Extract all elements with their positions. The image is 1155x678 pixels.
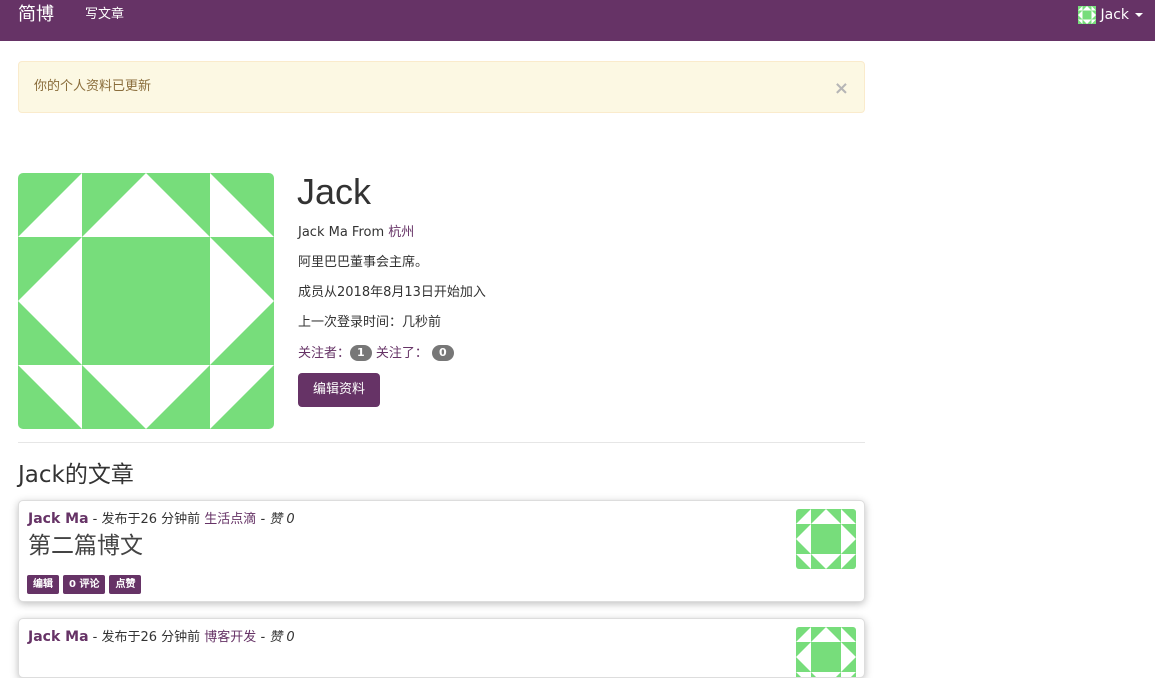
profile-city-link[interactable]: 杭州 [388, 225, 414, 240]
profile-name: Jack [297, 171, 372, 212]
post-author-avatar[interactable] [796, 509, 856, 569]
profile-last-login: 上一次登录时间：几秒前 [298, 315, 442, 330]
following-label: 关注了： [375, 346, 428, 361]
post-card: Jack Ma - 发布于26 分钟前 博客开发 - 赞 0 [18, 618, 865, 678]
post-category-link[interactable]: 生活点滴 [204, 512, 256, 527]
profile-updated-alert: 你的个人资料已更新 × [18, 61, 865, 113]
section-divider [18, 442, 865, 443]
post-likes: - 赞 0 [256, 630, 295, 645]
close-icon[interactable]: × [834, 80, 849, 98]
followers-link[interactable]: 关注者： 1 [298, 345, 372, 361]
post-likes: - 赞 0 [256, 512, 295, 527]
post-author-link[interactable]: Jack Ma [28, 511, 89, 527]
post-category-link[interactable]: 博客开发 [204, 630, 256, 645]
user-avatar-icon [1078, 6, 1096, 24]
brand-link[interactable]: 简博 [18, 3, 54, 27]
post-published-time: - 发布于26 分钟前 [88, 630, 205, 645]
post-author-link[interactable]: Jack Ma [28, 629, 89, 645]
posts-section-title: Jack的文章 [18, 462, 134, 488]
post-author-avatar[interactable] [796, 627, 856, 678]
following-link[interactable]: 关注了： 0 [375, 345, 454, 361]
write-post-link[interactable]: 写文章 [85, 6, 124, 24]
profile-avatar [18, 173, 274, 429]
user-menu-dropdown[interactable]: Jack [1078, 6, 1143, 24]
post-actions: 编辑 0 评论 点赞 [27, 575, 142, 594]
post-meta: Jack Ma - 发布于26 分钟前 博客开发 - 赞 0 [28, 629, 295, 646]
post-edit-button[interactable]: 编辑 [27, 575, 59, 594]
profile-bio: 阿里巴巴董事会主席。 [298, 255, 429, 270]
caret-down-icon [1135, 13, 1143, 17]
post-title[interactable]: 第二篇博文 [28, 531, 143, 561]
post-card: Jack Ma - 发布于26 分钟前 生活点滴 - 赞 0 第二篇博文 编辑 … [18, 500, 865, 602]
followers-label: 关注者： [298, 346, 351, 361]
profile-follow-stats: 关注者： 1 关注了： 0 [298, 345, 454, 362]
followers-count-badge: 1 [350, 345, 372, 361]
top-navbar: 简博 写文章 Jack [0, 0, 1155, 41]
post-comments-button[interactable]: 0 评论 [63, 575, 106, 594]
post-published-time: - 发布于26 分钟前 [88, 512, 205, 527]
following-count-badge: 0 [431, 345, 454, 361]
profile-location-line: Jack Ma From 杭州 [298, 225, 414, 241]
alert-message: 你的个人资料已更新 [34, 79, 152, 94]
post-meta: Jack Ma - 发布于26 分钟前 生活点滴 - 赞 0 [28, 511, 295, 528]
profile-member-since: 成员从2018年8月13日开始加入 [298, 285, 486, 300]
user-menu-name: Jack [1100, 7, 1129, 23]
profile-fullname: Jack Ma From [298, 225, 389, 240]
post-like-button[interactable]: 点赞 [109, 575, 142, 594]
edit-profile-button[interactable]: 编辑资料 [298, 373, 380, 407]
